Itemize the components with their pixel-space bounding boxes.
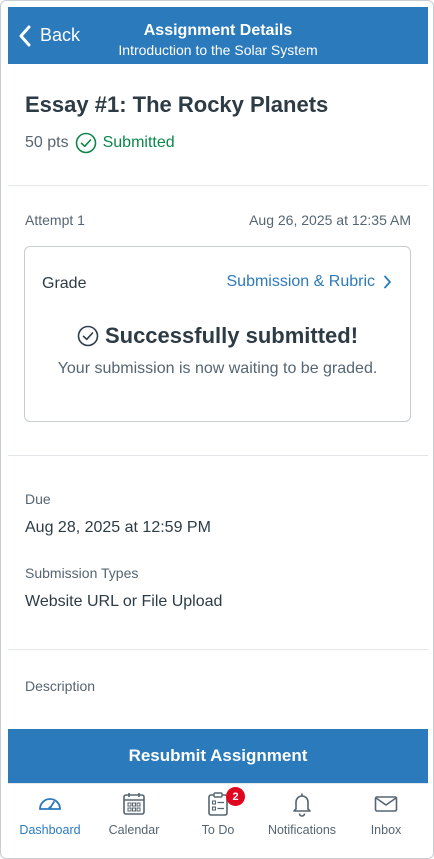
divider bbox=[8, 649, 428, 650]
due-label: Due bbox=[25, 491, 51, 507]
waiting-text: Your submission is now waiting to be gra… bbox=[57, 360, 378, 377]
grade-label: Grade bbox=[42, 275, 87, 292]
tab-calendar[interactable]: Calendar bbox=[92, 784, 176, 853]
success-row: Successfully submitted! bbox=[25, 323, 410, 349]
due-value: Aug 28, 2025 at 12:59 PM bbox=[25, 519, 211, 536]
submission-types-value: Website URL or File Upload bbox=[25, 593, 223, 610]
tab-dashboard[interactable]: Dashboard bbox=[8, 784, 92, 853]
tab-todo[interactable]: 2 To Do bbox=[176, 784, 260, 853]
tab-label: Inbox bbox=[370, 823, 402, 837]
back-label: Back bbox=[40, 25, 81, 45]
tab-notifications[interactable]: Notifications bbox=[260, 784, 344, 853]
check-circle-icon bbox=[77, 325, 99, 347]
tab-inbox[interactable]: Inbox bbox=[344, 784, 428, 853]
todo-count-badge: 2 bbox=[226, 787, 245, 806]
points-value: 50 pts bbox=[25, 134, 69, 151]
tab-label: To Do bbox=[201, 823, 235, 837]
attempt-date: Aug 26, 2025 at 12:35 AM bbox=[249, 212, 411, 228]
chevron-right-icon bbox=[384, 275, 391, 289]
submission-types-label: Submission Types bbox=[25, 565, 139, 581]
assignment-title: Essay #1: The Rocky Planets bbox=[25, 92, 329, 117]
chevron-left-icon bbox=[19, 25, 31, 46]
dashboard-icon bbox=[39, 798, 61, 810]
description-label: Description bbox=[25, 678, 96, 694]
check-circle-icon bbox=[75, 132, 96, 154]
attempt-label: Attempt 1 bbox=[25, 212, 85, 228]
grade-card: Grade Submission & Rubric Successfully s… bbox=[24, 246, 411, 422]
tab-label: Calendar bbox=[108, 823, 160, 837]
calendar-icon bbox=[123, 793, 145, 815]
back-button[interactable]: Back bbox=[18, 7, 80, 64]
nav-header: Back Assignment Details Introduction to … bbox=[8, 7, 428, 64]
submission-rubric-link[interactable]: Submission & Rubric bbox=[227, 273, 393, 291]
assignment-meta: 50 pts Submitted bbox=[25, 132, 175, 154]
divider bbox=[8, 455, 428, 456]
bell-icon bbox=[293, 793, 311, 817]
resubmit-assignment-button[interactable]: Resubmit Assignment bbox=[8, 729, 428, 783]
rubric-link-label: Submission & Rubric bbox=[226, 273, 376, 290]
app-frame: Back Assignment Details Introduction to … bbox=[0, 0, 434, 859]
divider bbox=[8, 185, 428, 186]
tab-bar: Dashboard Calendar 2 To Do Notifications… bbox=[8, 783, 428, 853]
inbox-icon bbox=[374, 796, 398, 812]
status-badge: Submitted bbox=[75, 132, 175, 154]
success-title: Successfully submitted! bbox=[104, 323, 359, 348]
tab-label: Notifications bbox=[267, 823, 337, 837]
status-text: Submitted bbox=[102, 134, 175, 151]
tab-label: Dashboard bbox=[19, 823, 81, 837]
